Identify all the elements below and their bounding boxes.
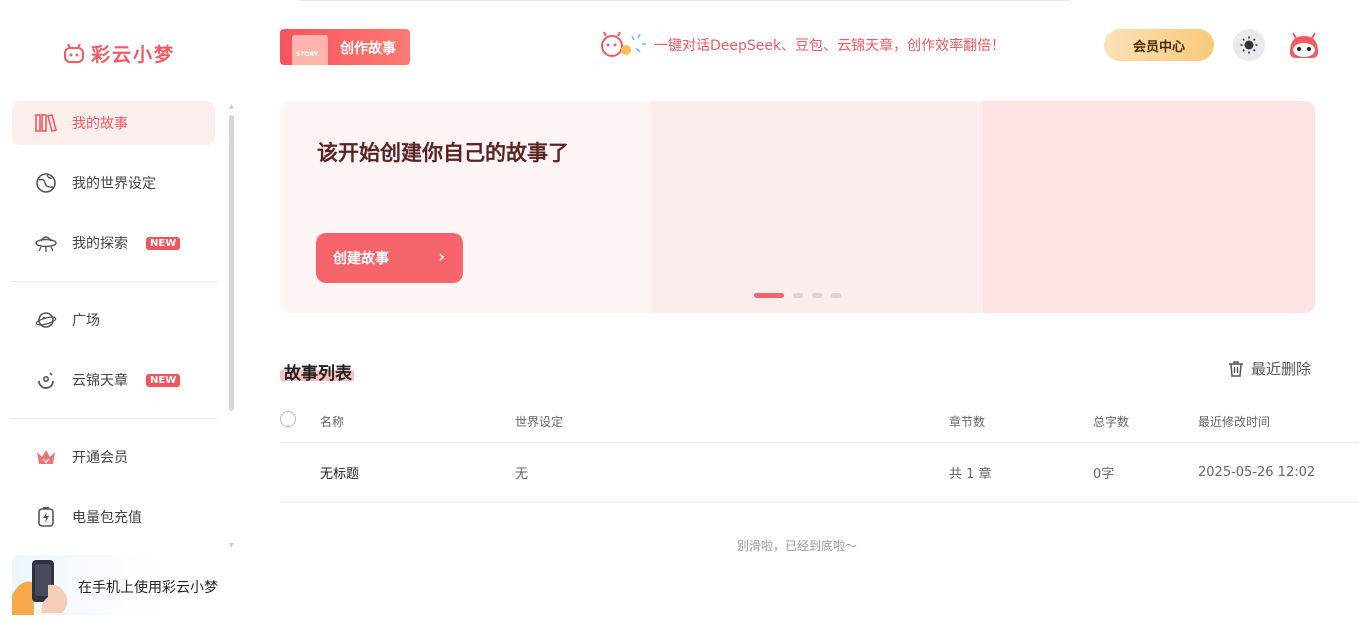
sidebar-divider (10, 281, 217, 282)
sidebar-item-label: 我的故事 (72, 116, 128, 132)
banner-create-story-button[interactable]: 创建故事 › (316, 233, 463, 283)
story-modified: 2025-05-26 12:02 (1198, 465, 1316, 480)
sidebar-item-membership[interactable]: 开通会员 (12, 435, 215, 479)
user-avatar[interactable] (1288, 32, 1320, 60)
scroll-down-arrow[interactable]: ▼ (229, 543, 235, 549)
theme-toggle-button[interactable] (1233, 29, 1265, 61)
recent-delete-button[interactable]: 最近删除 (1227, 358, 1311, 379)
chevron-right-icon: › (438, 247, 445, 266)
column-header-chapters: 章节数 (949, 414, 986, 429)
phone-hand-icon (12, 560, 68, 615)
battery-charge-icon (34, 505, 58, 529)
sidebar-item-recharge[interactable]: 电量包充值 (12, 495, 215, 539)
mobile-promo-text: 在手机上使用彩云小梦 (78, 580, 218, 596)
banner-slide-panel (650, 101, 983, 313)
story-name[interactable]: 无标题 (320, 443, 359, 502)
story-words: 0字 (1093, 467, 1115, 482)
carousel-indicators (754, 293, 841, 298)
banner-slide-panel (983, 101, 1315, 313)
window-top-border (300, 0, 1070, 1)
sidebar-item-label: 云锦天章 (72, 373, 128, 389)
sidebar-item-yunjin[interactable]: 云锦天章 NEW (12, 358, 215, 402)
story-world: 无 (515, 467, 529, 482)
mobile-app-promo[interactable]: 在手机上使用彩云小梦 (12, 555, 227, 615)
sidebar-item-label: 电量包充值 (72, 510, 142, 526)
sidebar-item-label: 我的世界设定 (72, 176, 156, 192)
sidebar: 彩云小梦 我的故事 我的世界设定 我的探索 NEW 广场 云锦天章 NEW 开通… (0, 0, 240, 639)
sidebar-scrollbar[interactable] (229, 115, 234, 411)
story-list-title: 故事列表 (284, 364, 352, 384)
banner-button-label: 创建故事 (333, 251, 389, 267)
sidebar-item-label: 开通会员 (72, 450, 128, 466)
sidebar-item-label: 广场 (72, 313, 100, 329)
deepseek-promo[interactable]: 一键对话DeepSeek、豆包、云锦天章，创作效率翻倍！ (598, 30, 1005, 60)
create-story-button[interactable]: STORY 创作故事 (280, 29, 410, 65)
banner-title: 该开始创建你自己的故事了 (317, 141, 569, 165)
sun-icon (1240, 36, 1258, 54)
story-chapters: 共 1 章 (949, 467, 992, 482)
carousel-dot[interactable] (754, 293, 784, 298)
sidebar-item-label: 我的探索 (72, 236, 128, 252)
column-header-words: 总字数 (1093, 414, 1130, 429)
carousel-dot[interactable] (793, 293, 803, 298)
vip-center-button[interactable]: 会员中心 (1104, 29, 1214, 61)
sidebar-item-plaza[interactable]: 广场 (12, 298, 215, 342)
ufo-icon (34, 231, 58, 255)
sidebar-item-explore[interactable]: 我的探索 NEW (12, 221, 215, 265)
planet-icon (34, 308, 58, 332)
list-end-note: 别滑啦，已经到底啦～ (737, 539, 858, 553)
trash-icon (1229, 360, 1243, 377)
logo-mascot-icon (64, 43, 84, 63)
crown-icon (34, 445, 58, 469)
sidebar-item-my-stories[interactable]: 我的故事 (12, 101, 215, 145)
column-header-modified: 最近修改时间 (1198, 414, 1271, 429)
create-story-label: 创作故事 (340, 41, 396, 57)
app-name: 彩云小梦 (91, 44, 176, 66)
hero-banner-carousel: 该开始创建你自己的故事了 创建故事 › (280, 101, 1315, 313)
books-icon (34, 111, 58, 135)
scroll-up-arrow[interactable]: ▲ (229, 104, 235, 110)
app-logo[interactable]: 彩云小梦 (63, 40, 175, 67)
mascot-sparkle-icon (601, 31, 646, 57)
column-header-world: 世界设定 (515, 414, 564, 429)
story-book-icon (292, 35, 328, 65)
recent-delete-label: 最近删除 (1251, 360, 1312, 378)
select-all-checkbox[interactable] (280, 411, 296, 427)
globe-icon (34, 171, 58, 195)
sidebar-item-world-settings[interactable]: 我的世界设定 (12, 161, 215, 205)
sidebar-divider (10, 418, 217, 419)
new-badge: NEW (146, 373, 181, 387)
swirl-icon (34, 368, 58, 392)
promo-text: 一键对话DeepSeek、豆包、云锦天章，创作效率翻倍！ (654, 38, 1006, 54)
new-badge: NEW (146, 236, 181, 250)
table-header: 名称 世界设定 章节数 总字数 最近修改时间 (280, 400, 1359, 443)
table-row[interactable]: 无标题 无 共 1 章 0字 2025-05-26 12:02 (280, 443, 1359, 503)
carousel-dot[interactable] (831, 293, 841, 298)
column-header-name: 名称 (320, 414, 345, 429)
story-tag: STORY (296, 51, 319, 58)
carousel-dot[interactable] (812, 293, 822, 298)
